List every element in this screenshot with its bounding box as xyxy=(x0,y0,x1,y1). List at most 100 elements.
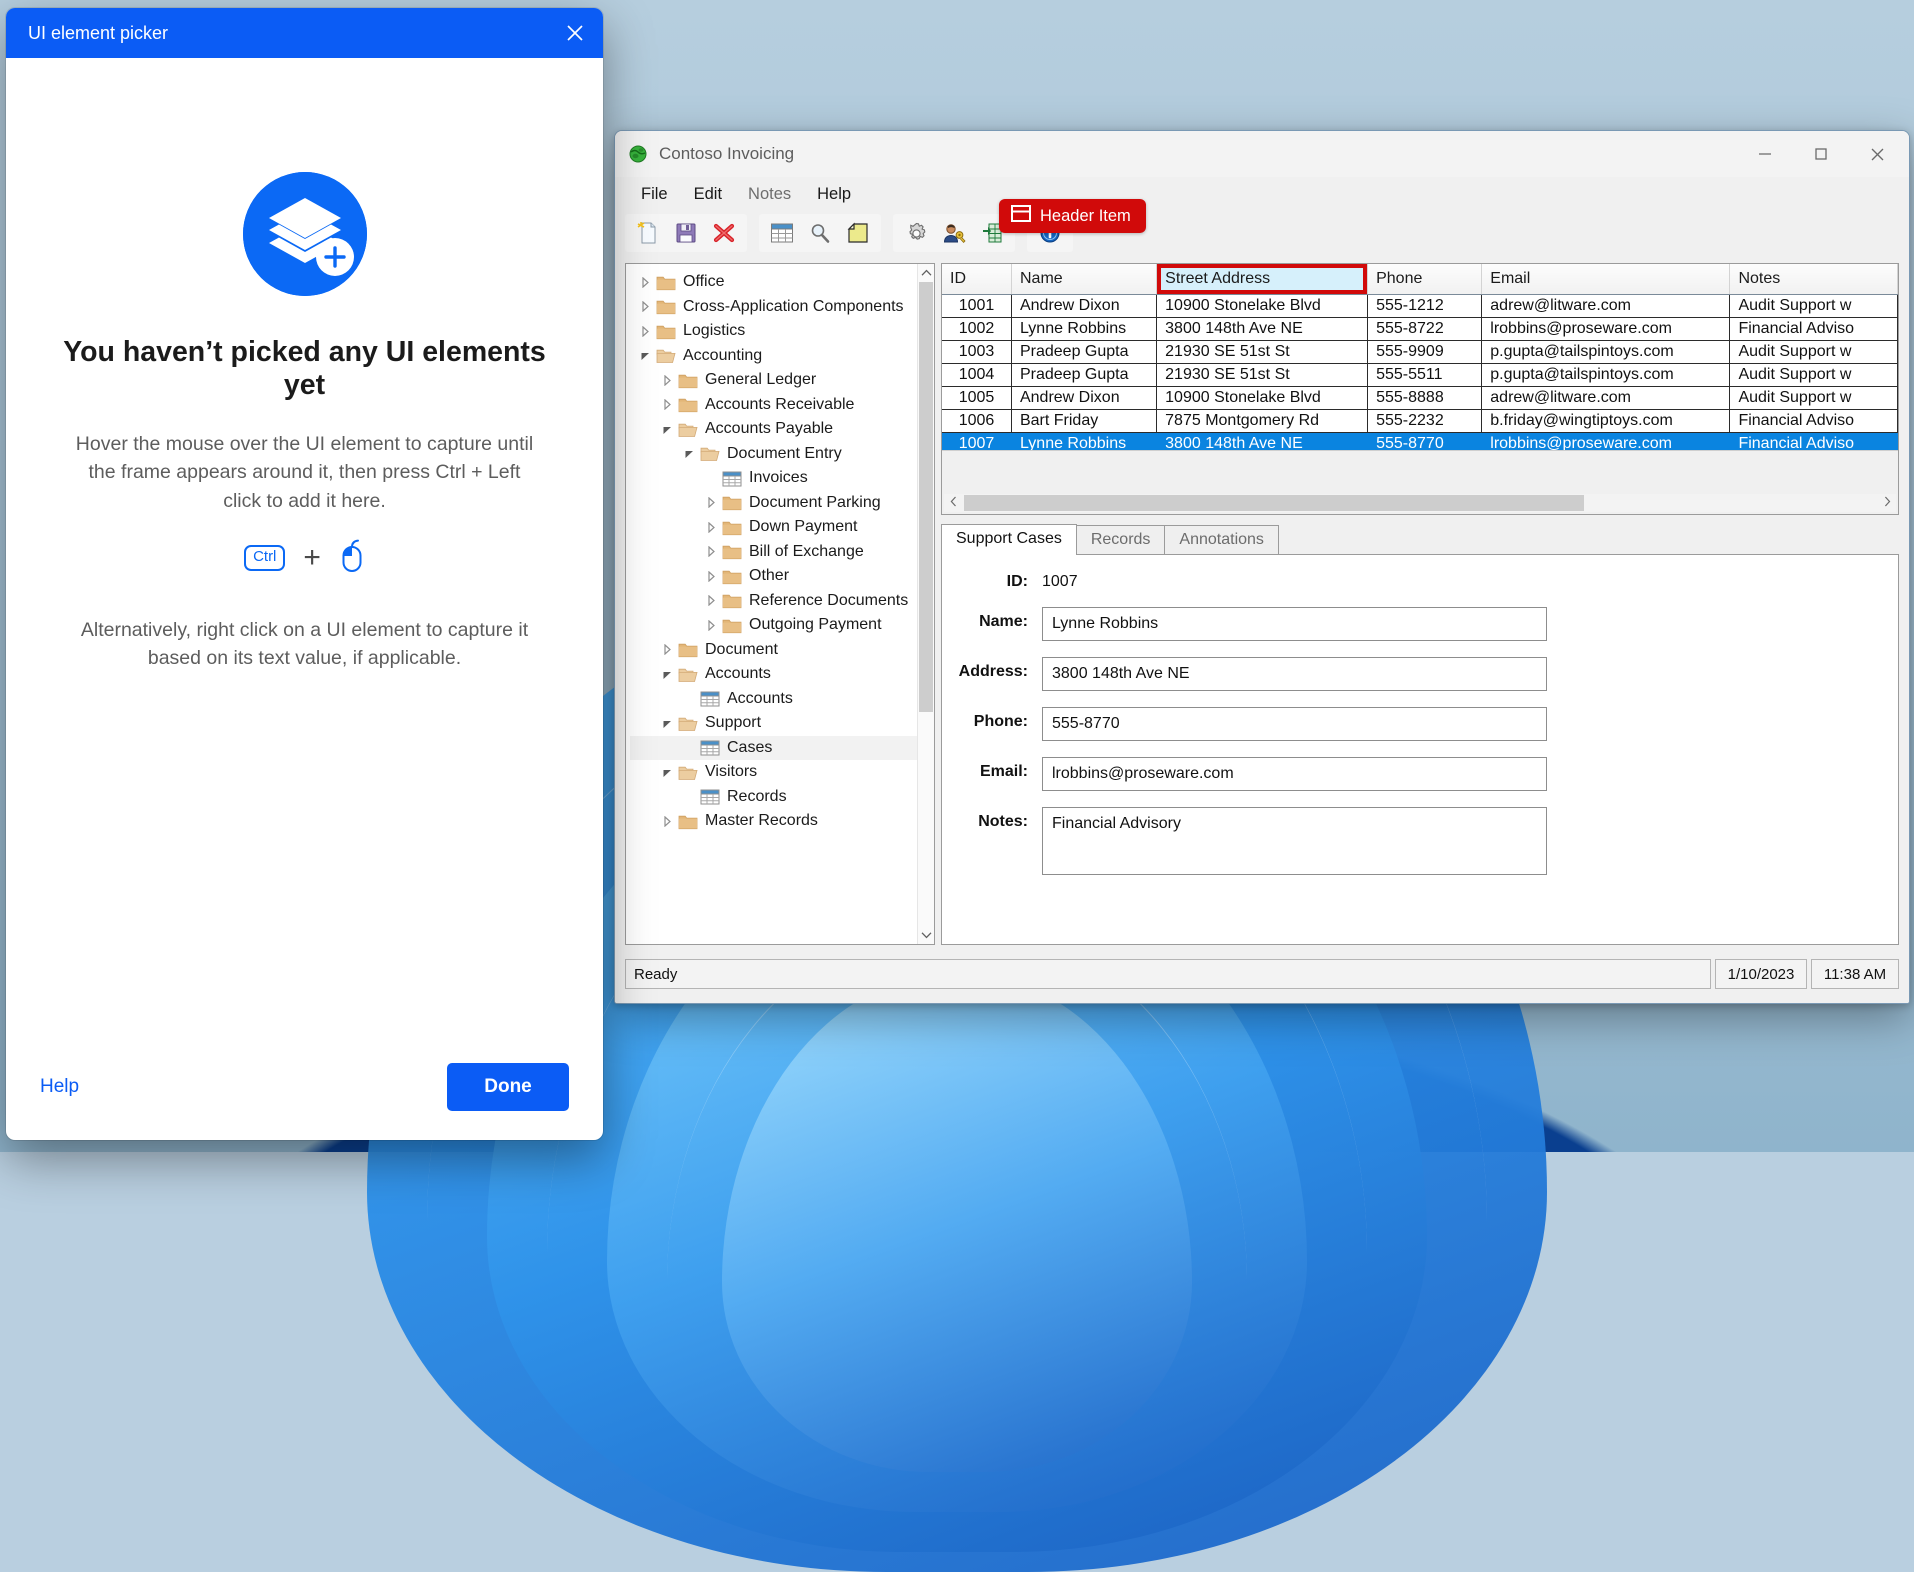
table-cell[interactable]: p.gupta@tailspintoys.com xyxy=(1482,363,1730,386)
column-header-phone[interactable]: Phone xyxy=(1368,264,1482,294)
records-data-grid[interactable]: ID Name Street Address Phone Email Notes… xyxy=(941,263,1899,515)
grid-horizontal-scrollbar[interactable] xyxy=(944,494,1896,512)
tree-item[interactable]: Cross-Application Components xyxy=(630,295,917,320)
table-cell[interactable]: Pradeep Gupta xyxy=(1011,363,1156,386)
app-toolbar[interactable]: Header Item xyxy=(615,211,1909,255)
menu-edit[interactable]: Edit xyxy=(682,182,734,207)
done-button[interactable]: Done xyxy=(447,1063,569,1111)
triangle-down-icon[interactable] xyxy=(656,767,678,778)
chevron-right-icon[interactable] xyxy=(634,326,656,337)
table-cell[interactable]: lrobbins@proseware.com xyxy=(1482,317,1730,340)
tree-item[interactable]: Logistics xyxy=(630,319,917,344)
triangle-down-icon[interactable] xyxy=(656,669,678,680)
table-cell[interactable]: 1004 xyxy=(942,363,1011,386)
table-cell[interactable]: Lynne Robbins xyxy=(1011,317,1156,340)
chevron-right-icon[interactable] xyxy=(634,301,656,312)
table-body[interactable]: 1001Andrew Dixon10900 Stonelake Blvd555-… xyxy=(942,294,1898,455)
tree-item[interactable]: Accounting xyxy=(630,344,917,369)
tree-item[interactable]: Document Parking xyxy=(630,491,917,516)
gear-settings-icon[interactable] xyxy=(899,217,933,249)
table-cell[interactable]: 1006 xyxy=(942,409,1011,432)
table-cell[interactable]: 555-2232 xyxy=(1368,409,1482,432)
table-cell[interactable]: 555-5511 xyxy=(1368,363,1482,386)
phone-input[interactable]: 555-8770 xyxy=(1042,707,1547,741)
detail-tabstrip[interactable]: Support Cases Records Annotations xyxy=(941,525,1899,555)
tree-item[interactable]: Cases xyxy=(630,736,917,761)
table-cell[interactable]: 555-8722 xyxy=(1368,317,1482,340)
table-grid-icon[interactable] xyxy=(765,217,799,249)
table-cell[interactable]: Financial Adviso xyxy=(1730,317,1898,340)
chevron-down-icon[interactable] xyxy=(918,926,934,944)
table-cell[interactable]: 21930 SE 51st St xyxy=(1157,340,1368,363)
table-cell[interactable]: Audit Support w xyxy=(1730,294,1898,317)
new-document-icon[interactable] xyxy=(631,217,665,249)
user-key-permissions-icon[interactable] xyxy=(937,217,971,249)
tree-item[interactable]: Accounts Receivable xyxy=(630,393,917,418)
tree-item[interactable]: Document xyxy=(630,638,917,663)
tab-annotations[interactable]: Annotations xyxy=(1164,525,1279,555)
table-cell[interactable]: b.friday@wingtiptoys.com xyxy=(1482,409,1730,432)
tree-item[interactable]: Document Entry xyxy=(630,442,917,467)
chevron-right-icon[interactable] xyxy=(656,399,678,410)
name-input[interactable]: Lynne Robbins xyxy=(1042,607,1547,641)
chevron-right-icon[interactable] xyxy=(1878,496,1896,510)
grid-scroll-thumb[interactable] xyxy=(964,495,1584,511)
triangle-down-icon[interactable] xyxy=(634,350,656,361)
save-floppy-icon[interactable] xyxy=(669,217,703,249)
table-cell[interactable]: Andrew Dixon xyxy=(1011,294,1156,317)
close-button[interactable] xyxy=(1849,131,1905,177)
table-cell[interactable]: 555-1212 xyxy=(1368,294,1482,317)
tree-scroll-thumb[interactable] xyxy=(919,282,933,712)
tree-item[interactable]: Outgoing Payment xyxy=(630,613,917,638)
chevron-right-icon[interactable] xyxy=(656,375,678,386)
yellow-note-icon[interactable] xyxy=(841,217,875,249)
table-cell[interactable]: 555-9909 xyxy=(1368,340,1482,363)
tree-vertical-scrollbar[interactable] xyxy=(917,264,934,944)
menu-file[interactable]: File xyxy=(629,182,680,207)
table-cell[interactable]: Pradeep Gupta xyxy=(1011,340,1156,363)
tree-item[interactable]: Accounts xyxy=(630,687,917,712)
chevron-left-icon[interactable] xyxy=(944,496,962,510)
triangle-down-icon[interactable] xyxy=(656,424,678,435)
maximize-button[interactable] xyxy=(1793,131,1849,177)
table-row[interactable]: 1005Andrew Dixon10900 Stonelake Blvd555-… xyxy=(942,386,1898,409)
chevron-right-icon[interactable] xyxy=(700,595,722,606)
table-cell[interactable]: 21930 SE 51st St xyxy=(1157,363,1368,386)
tree-item[interactable]: Bill of Exchange xyxy=(630,540,917,565)
menu-help[interactable]: Help xyxy=(805,182,863,207)
table-cell[interactable]: 3800 148th Ave NE xyxy=(1157,317,1368,340)
close-icon[interactable] xyxy=(547,8,603,58)
navigation-tree-pane[interactable]: OfficeCross-Application ComponentsLogist… xyxy=(625,263,935,945)
window-controls[interactable] xyxy=(1737,131,1905,177)
chevron-right-icon[interactable] xyxy=(700,620,722,631)
delete-red-x-icon[interactable] xyxy=(707,217,741,249)
table-cell[interactable]: 7875 Montgomery Rd xyxy=(1157,409,1368,432)
column-header-name[interactable]: Name xyxy=(1011,264,1156,294)
tree-item[interactable]: Reference Documents xyxy=(630,589,917,614)
minimize-button[interactable] xyxy=(1737,131,1793,177)
table-cell[interactable]: p.gupta@tailspintoys.com xyxy=(1482,340,1730,363)
column-header-id[interactable]: ID xyxy=(942,264,1011,294)
table-row[interactable]: 1002Lynne Robbins3800 148th Ave NE555-87… xyxy=(942,317,1898,340)
triangle-down-icon[interactable] xyxy=(678,448,700,459)
chevron-up-icon[interactable] xyxy=(918,264,934,282)
contoso-invoicing-window[interactable]: Contoso Invoicing File Edit Notes Help xyxy=(614,130,1910,1004)
tree-item[interactable]: Accounts Payable xyxy=(630,417,917,442)
table-row[interactable]: 1003Pradeep Gupta21930 SE 51st St555-990… xyxy=(942,340,1898,363)
chevron-right-icon[interactable] xyxy=(700,571,722,582)
tree-item[interactable]: Support xyxy=(630,711,917,736)
table-cell[interactable]: Andrew Dixon xyxy=(1011,386,1156,409)
table-cell[interactable]: 1003 xyxy=(942,340,1011,363)
navigation-tree[interactable]: OfficeCross-Application ComponentsLogist… xyxy=(626,264,917,944)
tree-item[interactable]: Records xyxy=(630,785,917,810)
address-input[interactable]: 3800 148th Ave NE xyxy=(1042,657,1547,691)
table-cell[interactable]: Audit Support w xyxy=(1730,363,1898,386)
email-input[interactable]: lrobbins@proseware.com xyxy=(1042,757,1547,791)
table-cell[interactable]: adrew@litware.com xyxy=(1482,294,1730,317)
tree-item[interactable]: Master Records xyxy=(630,809,917,834)
table-row[interactable]: 1001Andrew Dixon10900 Stonelake Blvd555-… xyxy=(942,294,1898,317)
triangle-down-icon[interactable] xyxy=(656,718,678,729)
table-row[interactable]: 1006Bart Friday7875 Montgomery Rd555-223… xyxy=(942,409,1898,432)
table-cell[interactable]: 555-8888 xyxy=(1368,386,1482,409)
column-header-street-address[interactable]: Street Address xyxy=(1157,264,1368,294)
